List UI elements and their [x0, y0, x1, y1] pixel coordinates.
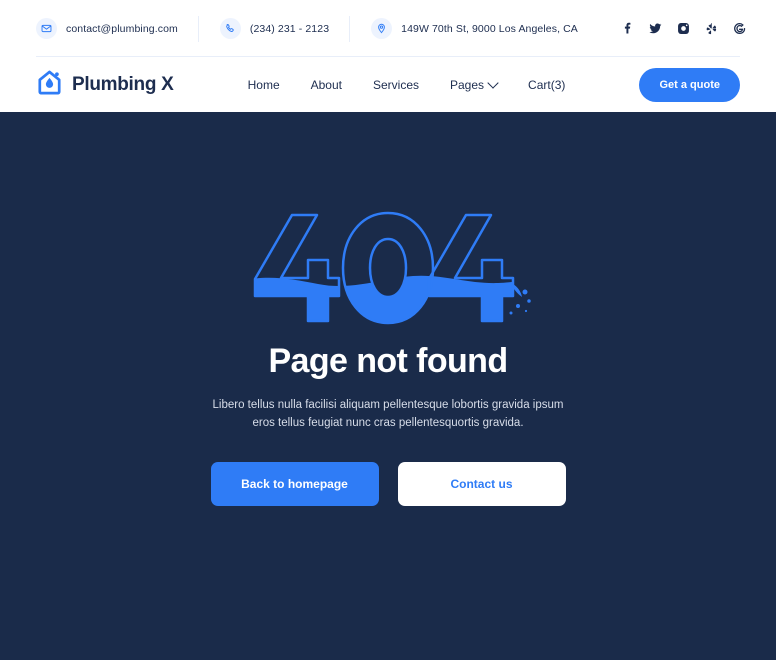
nav-item-home-label: Home — [247, 77, 280, 92]
nav-item-cart-label: Cart(3) — [528, 77, 566, 92]
social-links — [620, 21, 747, 36]
nav-item-services-label: Services — [372, 77, 419, 92]
phone-icon — [219, 18, 241, 39]
contact-item-phone[interactable]: (234) 231 - 2123 — [219, 18, 350, 39]
facebook-icon[interactable] — [620, 21, 635, 36]
nav-menu: Home About Services Pages Cart(3) — [174, 76, 640, 92]
contact-item-email[interactable]: contact@plumbing.com — [36, 18, 199, 39]
chevron-down-icon — [487, 76, 499, 89]
contact-email-text: contact@plumbing.com — [66, 22, 178, 35]
main-navbar: Plumbing X Home About Services Pages Car… — [0, 57, 776, 112]
error-description: Libero tellus nulla facilisi aliquam pel… — [212, 399, 564, 429]
back-to-homepage-button[interactable]: Back to homepage — [210, 461, 379, 506]
mail-icon — [36, 18, 57, 39]
nav-item-home[interactable]: Home — [248, 78, 280, 92]
topbar-divider — [36, 56, 740, 57]
google-icon[interactable] — [732, 21, 747, 36]
404-water-illustration — [233, 208, 543, 328]
nav-item-cart[interactable]: Cart(3) — [528, 78, 565, 92]
contact-us-button[interactable]: Contact us — [397, 461, 566, 506]
nav-item-pages[interactable]: Pages — [450, 76, 499, 92]
page-title: Page not found — [268, 342, 508, 380]
contact-list: contact@plumbing.com (234) 231 - 2123 14… — [36, 18, 620, 39]
contact-address-text: 149W 70th St, 9000 Los Angeles, CA — [401, 22, 578, 35]
top-contact-bar: contact@plumbing.com (234) 231 - 2123 14… — [0, 0, 776, 57]
house-water-drop-logo-icon — [36, 69, 63, 101]
cta-row: Back to homepage Contact us — [210, 461, 566, 506]
nav-item-about[interactable]: About — [311, 78, 342, 92]
contact-item-address[interactable]: 149W 70th St, 9000 Los Angeles, CA — [371, 18, 599, 39]
instagram-icon[interactable] — [676, 21, 691, 36]
brand-name: Plumbing X — [72, 73, 174, 95]
get-a-quote-button[interactable]: Get a quote — [639, 67, 740, 102]
contact-phone-text: (234) 231 - 2123 — [249, 22, 330, 35]
brand-logo[interactable]: Plumbing X — [36, 69, 174, 101]
nav-item-about-label: About — [310, 77, 342, 92]
nav-item-services[interactable]: Services — [373, 78, 419, 92]
nav-item-pages-label: Pages — [450, 77, 485, 92]
site-header: contact@plumbing.com (234) 231 - 2123 14… — [0, 0, 776, 112]
yelp-icon[interactable] — [704, 21, 719, 36]
error-404-section: Page not found Libero tellus nulla facil… — [0, 112, 776, 660]
location-pin-icon — [371, 18, 393, 39]
twitter-icon[interactable] — [648, 21, 663, 36]
